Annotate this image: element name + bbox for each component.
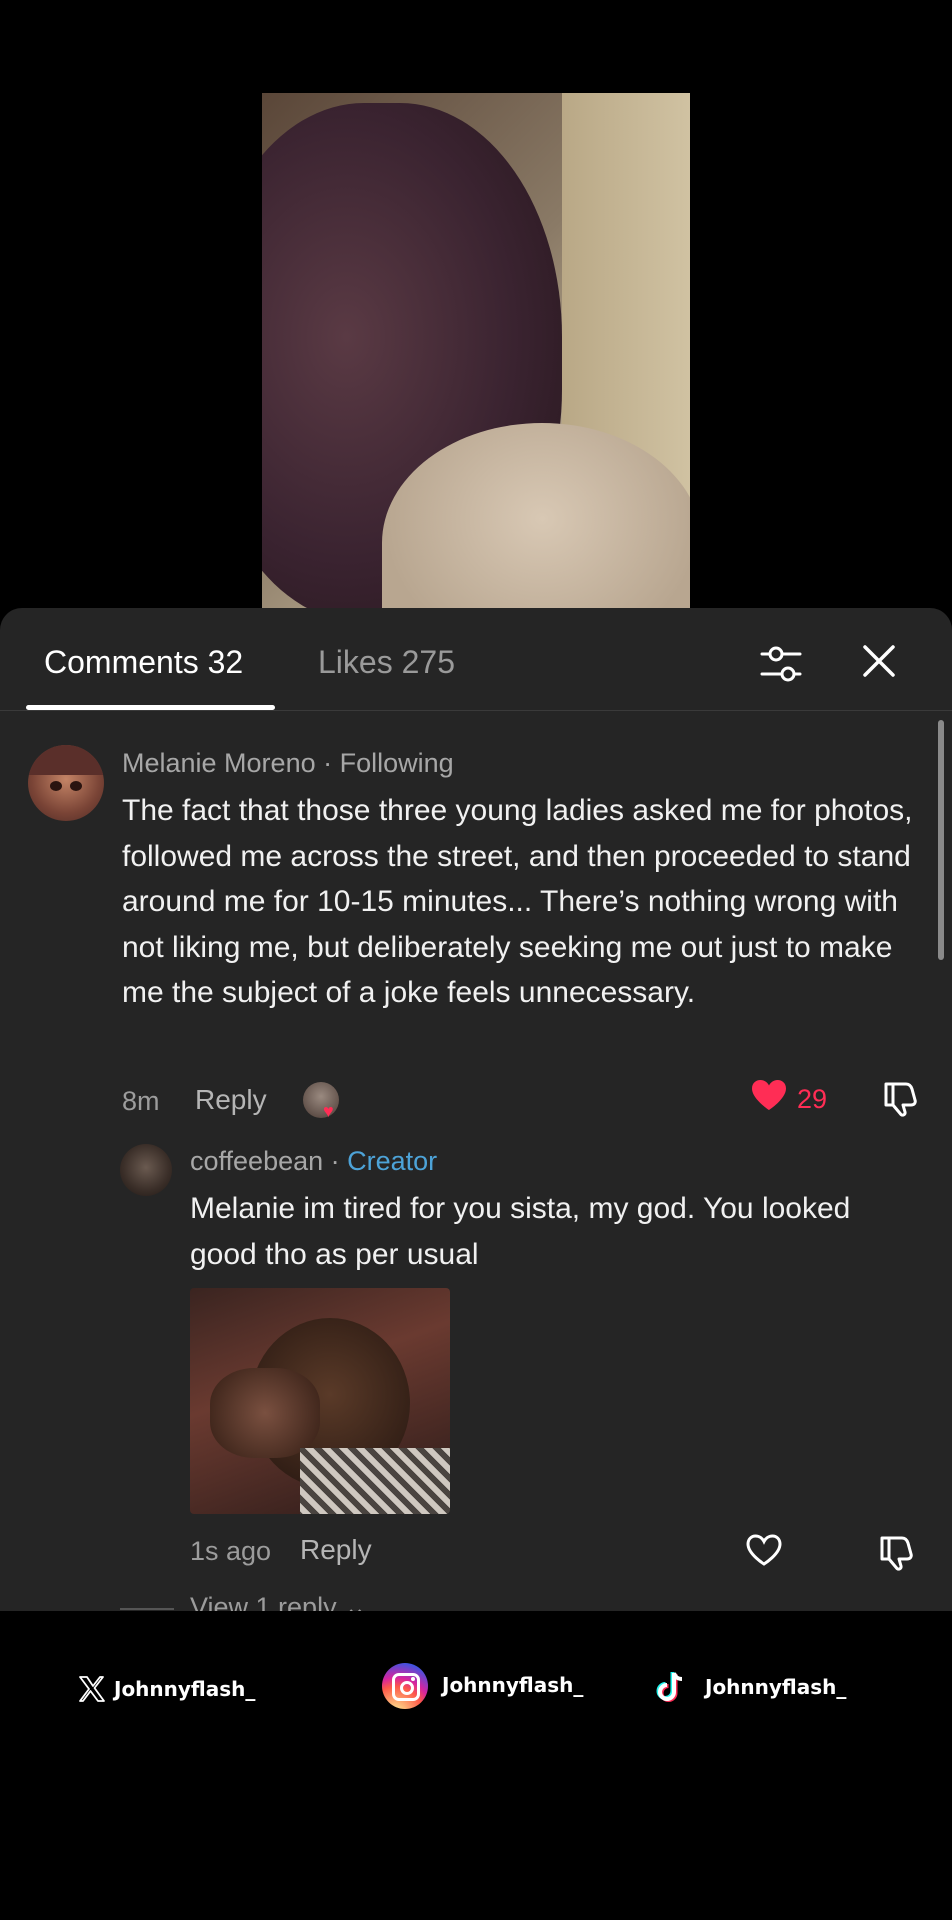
video-thumbnail[interactable] xyxy=(262,93,690,608)
instagram-logo-icon xyxy=(382,1663,428,1709)
video-preview[interactable] xyxy=(0,0,952,608)
comment-text: The fact that those three young ladies a… xyxy=(122,794,913,1009)
comment-gif-image[interactable] xyxy=(190,1288,450,1514)
chevron-down-icon: ⌄ xyxy=(344,1592,367,1611)
x-logo-icon xyxy=(79,1676,105,1702)
instagram-handle: Johnnyflash_ xyxy=(442,1673,584,1697)
dislike-icon[interactable] xyxy=(876,1532,916,1572)
comment-author[interactable]: Melanie Moreno xyxy=(122,748,316,778)
heart-badge-icon: ♥ xyxy=(323,1101,334,1121)
filter-icon[interactable] xyxy=(760,644,802,684)
scrollbar[interactable] xyxy=(938,720,944,960)
creator-badge: Creator xyxy=(347,1146,438,1176)
heart-filled-icon[interactable] xyxy=(750,1078,788,1112)
tiktok-handle: Johnnyflash_ xyxy=(705,1675,847,1699)
comment-timestamp: 8m xyxy=(122,1086,160,1116)
close-icon[interactable] xyxy=(862,644,896,678)
divider xyxy=(120,1608,174,1610)
dislike-icon[interactable] xyxy=(880,1078,920,1118)
tab-likes[interactable]: Likes 275 xyxy=(318,644,455,681)
comment-timestamp: 1s ago xyxy=(190,1536,272,1566)
tiktok-logo-icon xyxy=(656,1672,683,1702)
social-footer xyxy=(0,1611,952,1920)
tab-comments[interactable]: Comments 32 xyxy=(44,644,243,681)
avatar[interactable] xyxy=(120,1144,172,1196)
reply-button[interactable]: Reply xyxy=(195,1084,267,1116)
comments-sheet: Comments 32 Likes 275 Melanie Moreno · F… xyxy=(0,608,952,1611)
comment-author[interactable]: coffeebean xyxy=(190,1146,323,1176)
comment-text: Melanie im tired for you sista, my god. … xyxy=(190,1192,851,1271)
view-replies-button[interactable]: View 1 reply ⌄ xyxy=(190,1592,367,1611)
comment-author-line: Melanie Moreno · Following xyxy=(122,748,454,778)
comment-author-line: coffeebean · Creator xyxy=(190,1146,438,1176)
reply-button[interactable]: Reply xyxy=(300,1534,372,1566)
active-tab-indicator xyxy=(26,705,275,710)
x-handle: Johnnyflash_ xyxy=(114,1677,256,1701)
avatar[interactable] xyxy=(28,745,104,821)
like-count: 29 xyxy=(797,1084,828,1114)
relation-label: Following xyxy=(339,748,454,778)
tab-bar: Comments 32 Likes 275 xyxy=(0,608,952,711)
heart-outline-icon[interactable] xyxy=(745,1532,783,1568)
